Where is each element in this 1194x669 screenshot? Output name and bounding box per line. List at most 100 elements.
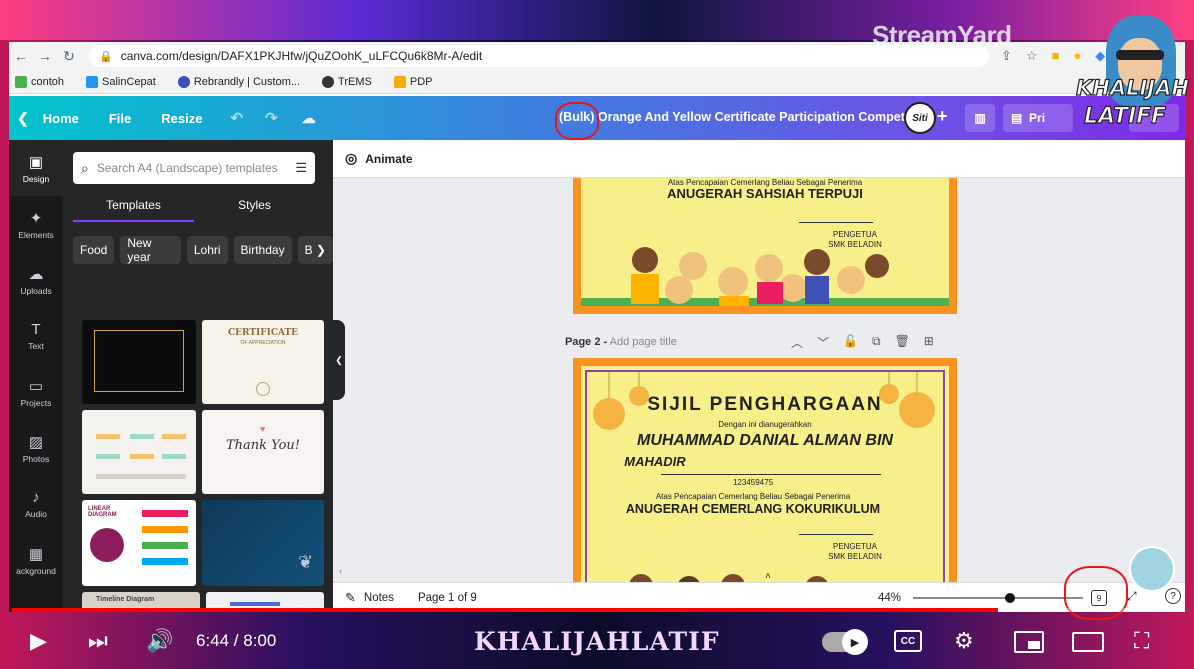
avatar[interactable]: Siti xyxy=(904,102,936,134)
assistant-avatar[interactable] xyxy=(1129,546,1175,592)
diagram-bar xyxy=(142,558,188,565)
rail-audio[interactable]: ♪ Audio xyxy=(9,476,63,532)
resize-button[interactable]: Resize xyxy=(161,111,202,126)
tab-templates[interactable]: Templates xyxy=(73,192,194,222)
certificate-page-1[interactable]: Atas Pencapaian Cemerlang Beliau Sebagai… xyxy=(573,178,957,314)
template-thumb-black-gold[interactable] xyxy=(82,320,196,404)
template-thumb-blue-floral[interactable]: ❦ xyxy=(202,500,324,586)
bookmark-salincepat[interactable]: SalinCepat xyxy=(86,75,156,88)
autoplay-toggle[interactable]: ▶ xyxy=(822,629,868,655)
play-icon[interactable]: ▶ xyxy=(30,628,47,654)
share-icon[interactable]: ⇪ xyxy=(1001,48,1012,64)
volume-icon[interactable]: 🔊 xyxy=(146,628,173,654)
rail-text[interactable]: T Text xyxy=(9,308,63,364)
background-icon: ▦ xyxy=(28,545,44,563)
scroll-left-icon[interactable]: ‹ xyxy=(339,566,342,576)
template-thumb-linear-diagram[interactable]: LINEAR DIAGRAM xyxy=(82,500,196,586)
file-menu[interactable]: File xyxy=(109,111,131,126)
diagram-bar xyxy=(142,526,188,533)
upload-icon: ☁ xyxy=(28,265,44,283)
rail-projects[interactable]: ▭ Projects xyxy=(9,364,63,420)
chip-food[interactable]: Food xyxy=(73,236,115,264)
star-icon[interactable]: ☆ xyxy=(1026,48,1038,64)
theater-mode-icon[interactable] xyxy=(1072,632,1104,652)
chip-birthday[interactable]: Birthday xyxy=(233,236,292,264)
expand-icon[interactable]: ⤢ xyxy=(1127,589,1137,604)
collapse-panel-handle[interactable]: ❮ xyxy=(333,320,345,400)
tab-styles[interactable]: Styles xyxy=(194,192,315,222)
page-title-input[interactable]: Add page title xyxy=(610,336,677,348)
forward-icon[interactable]: → xyxy=(33,48,57,64)
document-title[interactable]: (Bulk) Orange And Yellow Certificate Par… xyxy=(559,110,919,124)
add-page-icon[interactable]: ⊞ xyxy=(924,334,934,351)
plus-icon[interactable]: + xyxy=(937,106,948,127)
chip-more[interactable]: B ❯ xyxy=(297,236,333,264)
page-2-label[interactable]: Page 2 - Add page title xyxy=(565,336,677,348)
help-icon[interactable]: ? xyxy=(1165,588,1181,604)
chevron-up-icon[interactable]: ˄ xyxy=(765,571,771,582)
editor-toolbar: ◎ Animate xyxy=(333,140,1185,178)
bookmark-icon xyxy=(177,75,190,88)
certificate-page-2[interactable]: SIJIL PENGHARGAAN Dengan ini dianugerahk… xyxy=(573,358,957,582)
bookmark-pdp[interactable]: PDP xyxy=(393,75,432,88)
bookmark-trems[interactable]: TrEMS xyxy=(322,75,372,88)
animate-button[interactable]: Animate xyxy=(365,152,412,166)
zoom-slider[interactable] xyxy=(913,593,1083,603)
captions-icon[interactable]: CC xyxy=(894,630,922,652)
cloud-save-icon[interactable]: ☁ xyxy=(302,110,316,127)
rail-elements[interactable]: ✦ Elements xyxy=(9,196,63,252)
print-button[interactable]: ▤ Pri xyxy=(1003,104,1073,132)
signature-line xyxy=(799,534,873,535)
laurel-icon xyxy=(256,382,270,396)
home-button[interactable]: Home xyxy=(43,111,79,126)
diagram-block xyxy=(162,434,186,439)
miniplayer-icon[interactable] xyxy=(1014,631,1044,653)
settings-gear-icon[interactable]: ⚙ xyxy=(954,628,974,654)
back-icon[interactable]: ← xyxy=(9,48,33,64)
rail-photos[interactable]: ▨ Photos xyxy=(9,420,63,476)
chevron-left-icon: ❮ xyxy=(335,354,343,365)
rail-background[interactable]: ▦ ackground xyxy=(9,532,63,588)
rail-uploads[interactable]: ☁ Uploads xyxy=(9,252,63,308)
bookmark-rebrandly[interactable]: Rebrandly | Custom... xyxy=(177,75,300,88)
trash-icon[interactable]: 🗑 xyxy=(895,334,910,351)
redo-icon[interactable]: ↷ xyxy=(265,109,278,127)
chip-lohri[interactable]: Lohri xyxy=(186,236,228,264)
play-icon: ▶ xyxy=(842,629,868,655)
streamer-avatar-overlay: KHALIJAH LATIFF xyxy=(1075,10,1192,144)
next-icon[interactable]: ⏭ xyxy=(88,628,108,654)
lock-icon[interactable]: 🔓 xyxy=(843,334,858,351)
chip-new-year[interactable]: New year xyxy=(120,236,181,264)
chevron-down-icon[interactable]: ﹀ xyxy=(817,334,829,351)
extension-icon[interactable]: ■ xyxy=(1052,48,1060,64)
video-time: 6:44 / 8:00 xyxy=(196,631,277,650)
zoom-slider-handle[interactable] xyxy=(1004,593,1015,603)
bookmark-contoh[interactable]: contoh xyxy=(15,75,64,88)
chevron-up-icon[interactable]: ︿ xyxy=(791,334,803,351)
fullscreen-icon[interactable]: ⛶ xyxy=(1134,628,1149,654)
template-thumb-diagram[interactable] xyxy=(82,410,196,494)
rail-design[interactable]: ▣ Design xyxy=(9,140,63,196)
video-progress-fill xyxy=(12,608,999,612)
reload-icon[interactable]: ↻ xyxy=(57,48,81,65)
miniplayer-inner xyxy=(1028,641,1040,649)
elements-icon: ✦ xyxy=(29,209,43,227)
music-icon: ♪ xyxy=(32,489,40,506)
globe-icon xyxy=(322,75,335,88)
chevron-left-icon[interactable]: ❮ xyxy=(17,110,29,127)
template-thumb-certificate[interactable]: CERTIFICATE OF APPRECIATION xyxy=(202,320,324,404)
template-search-input[interactable]: ⌕ Search A4 (Landscape) templates ☰ xyxy=(73,152,315,184)
video-progress-bar[interactable] xyxy=(12,608,1182,612)
undo-icon[interactable]: ↶ xyxy=(230,109,243,127)
diagram-bar xyxy=(142,510,188,517)
page-tools: ︿ ﹀ 🔓 ⧉ 🗑 ⊞ xyxy=(791,334,934,351)
notes-button[interactable]: Notes xyxy=(364,592,394,604)
address-bar: ← → ↻ 🔒 canva.com/design/DAFX1PKJHfw/jQu… xyxy=(9,42,1185,70)
duplicate-icon[interactable]: ⧉ xyxy=(872,334,881,351)
analytics-button[interactable]: ▥ xyxy=(965,104,995,132)
filter-icon[interactable]: ☰ xyxy=(295,160,307,176)
url-input[interactable]: 🔒 canva.com/design/DAFX1PKJHfw/jQuZOohK_… xyxy=(89,45,989,67)
zoom-level[interactable]: 44% xyxy=(878,592,901,604)
template-thumb-thank-you[interactable]: Thank You! ♥ xyxy=(202,410,324,494)
page-indicator[interactable]: Page 1 of 9 xyxy=(418,592,477,604)
